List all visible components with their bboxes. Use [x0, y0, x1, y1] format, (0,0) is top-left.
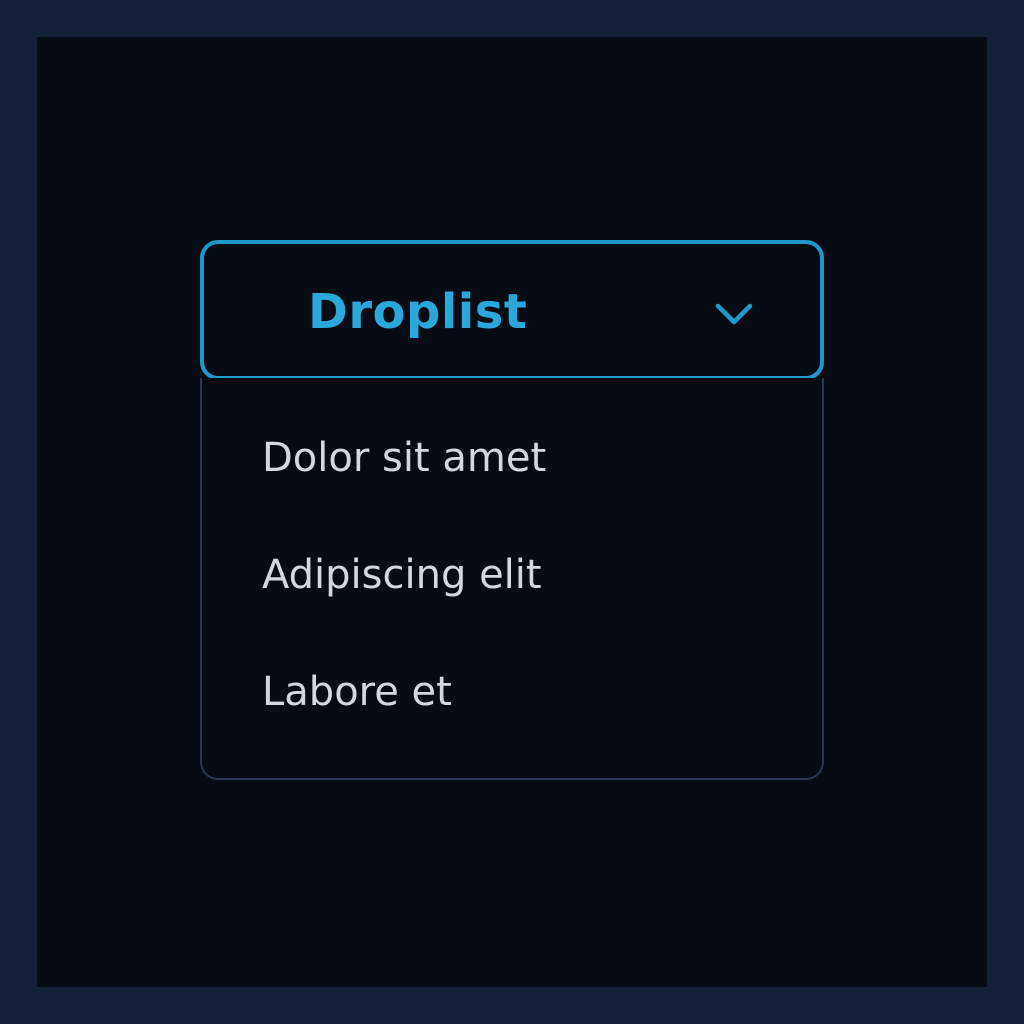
menu-item-adipiscing-elit[interactable]: Adipiscing elit: [262, 545, 542, 605]
droplist-dropdown: Droplist Dolor sit amet Adipiscing elit …: [200, 240, 824, 780]
menu-item-dolor-sit-amet[interactable]: Dolor sit amet: [262, 428, 546, 488]
menu-item-labore-et[interactable]: Labore et: [262, 662, 452, 722]
droplist-menu: Dolor sit amet Adipiscing elit Labore et: [200, 378, 824, 780]
droplist-label: Droplist: [308, 284, 528, 340]
chevron-down-icon: [715, 303, 753, 325]
droplist-trigger-button[interactable]: Droplist: [200, 240, 824, 380]
